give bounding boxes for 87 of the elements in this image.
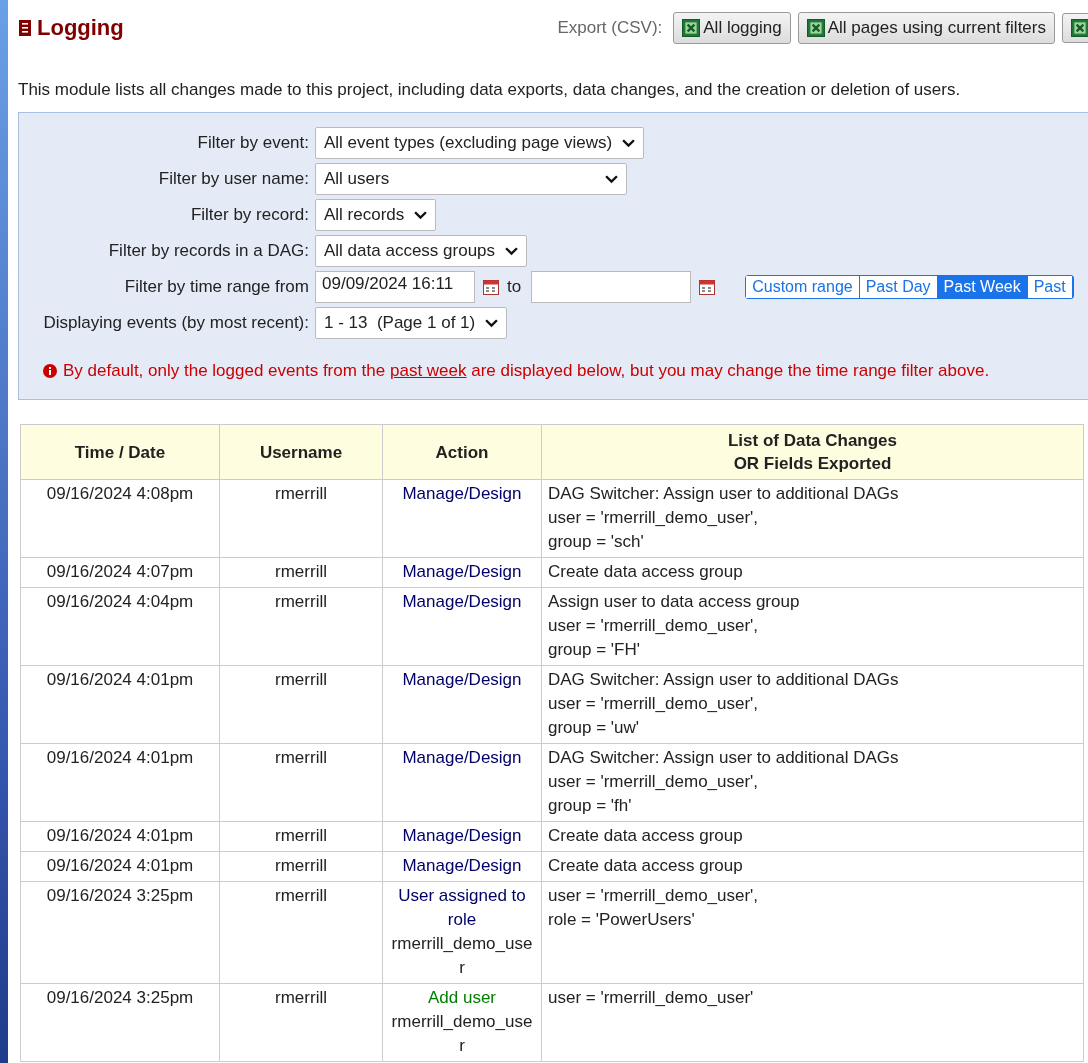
- table-cell: 09/16/2024 4:01pm: [20, 821, 220, 852]
- action-text: Manage/Design: [401, 483, 523, 505]
- change-line: group = 'FH': [548, 639, 641, 661]
- chevron-down-icon: [605, 174, 618, 184]
- change-line: user = 'rmerrill_demo_user',: [548, 507, 760, 529]
- table-cell: rmerrill: [219, 743, 383, 822]
- change-line: group = 'sch': [548, 531, 645, 553]
- table-cell: rmerrill: [219, 821, 383, 852]
- change-line: Create data access group: [548, 825, 744, 847]
- action-text: User assigned to role: [397, 885, 527, 931]
- change-line: Assign user to data access group: [548, 591, 801, 613]
- chevron-down-icon: [622, 138, 636, 148]
- calendar-icon[interactable]: [699, 279, 716, 295]
- table-cell: rmerrill: [219, 983, 383, 1062]
- filter-label: Filter by records in a DAG:: [107, 241, 310, 261]
- table-cell: 09/16/2024 4:01pm: [20, 665, 220, 744]
- change-line: group = 'fh': [548, 795, 633, 817]
- change-line: user = 'rmerrill_demo_user',: [548, 771, 760, 793]
- table-cell: rmerrill: [219, 851, 383, 882]
- notice-text: By default, only the logged events from the past week are displayed below, but you may change the time range filter above.: [63, 361, 990, 381]
- table-cell: 09/16/2024 3:25pm: [20, 881, 220, 984]
- table-cell: 09/16/2024 4:01pm: [20, 851, 220, 882]
- filter-dropdown[interactable]: 1 - 13 (Page 1 of 1): [315, 307, 508, 339]
- to-label: to: [507, 277, 522, 297]
- change-line: role = 'PowerUsers': [548, 909, 696, 931]
- page-title: Logging: [37, 15, 124, 41]
- chevron-down-icon: [485, 318, 499, 328]
- filter-label: Filter by record:: [189, 205, 310, 225]
- chevron-down-icon: [505, 246, 519, 256]
- export-button[interactable]: All logging: [673, 12, 791, 44]
- filter-label: Filter by event:: [196, 133, 310, 153]
- table-cell: 09/16/2024 3:25pm: [20, 983, 220, 1062]
- change-line: user = 'rmerrill_demo_user',: [548, 615, 760, 637]
- filter-dropdown[interactable]: All data access groups: [315, 235, 528, 267]
- change-line: group = 'uw': [548, 717, 641, 739]
- date-field[interactable]: 09/09/2024 16:11: [315, 271, 475, 303]
- table-cell: 09/16/2024 4:08pm: [20, 479, 220, 558]
- change-line: user = 'rmerrill_demo_user': [548, 987, 755, 1009]
- change-line: DAG Switcher: Assign user to additional DAGs: [548, 747, 900, 769]
- action-text: Manage/Design: [401, 825, 523, 847]
- spreadsheet-icon: [806, 19, 825, 37]
- action-text: Manage/Design: [401, 669, 523, 691]
- action-username: rmerrill_demo_user: [390, 933, 534, 979]
- range-button[interactable]: Past Week: [937, 276, 1028, 298]
- filter-dropdown[interactable]: All event types (excluding page views): [315, 127, 645, 159]
- module-description: This module lists all changes made to this project, including data exports, data changes, and the creation or deletion of users.: [18, 80, 962, 100]
- calendar-icon[interactable]: [483, 279, 499, 295]
- action-text: Manage/Design: [401, 855, 523, 877]
- export-button[interactable]: [1062, 13, 1088, 43]
- table-cell: rmerrill: [219, 479, 383, 558]
- date-field[interactable]: [531, 271, 692, 303]
- action-text: Add user: [426, 987, 497, 1009]
- change-line: user = 'rmerrill_demo_user',: [548, 693, 760, 715]
- action-username: rmerrill_demo_user: [390, 1011, 534, 1057]
- column-header: Action: [382, 424, 542, 480]
- filter-dropdown[interactable]: All records: [315, 199, 437, 231]
- table-cell: 09/16/2024 4:01pm: [20, 743, 220, 822]
- past-week-link[interactable]: past week: [390, 361, 467, 380]
- chevron-down-icon: [414, 210, 428, 220]
- table-cell: 09/16/2024 4:04pm: [20, 587, 220, 666]
- range-button[interactable]: Custom range: [746, 276, 860, 298]
- change-line: Create data access group: [548, 855, 744, 877]
- change-line: Create data access group: [548, 561, 744, 583]
- table-cell: rmerrill: [219, 587, 383, 666]
- table-cell: rmerrill: [219, 881, 383, 984]
- change-line: DAG Switcher: Assign user to additional DAGs: [548, 669, 900, 691]
- filter-dropdown[interactable]: All users: [315, 163, 627, 195]
- action-text: Manage/Design: [401, 561, 523, 583]
- table-cell: rmerrill: [219, 557, 383, 588]
- column-header: Username: [219, 424, 383, 480]
- spreadsheet-icon: [1071, 19, 1088, 37]
- filter-label: Filter by user name:: [157, 169, 310, 189]
- column-header: List of Data Changes OR Fields Exported: [541, 424, 1084, 480]
- action-text: Manage/Design: [401, 747, 523, 769]
- spreadsheet-icon: [682, 19, 701, 37]
- export-button[interactable]: All pages using current filters: [797, 12, 1055, 44]
- column-header: Time / Date: [20, 424, 220, 480]
- table-cell: 09/16/2024 4:07pm: [20, 557, 220, 588]
- logbook-icon: [19, 20, 31, 36]
- table-cell: rmerrill: [219, 665, 383, 744]
- change-line: DAG Switcher: Assign user to additional DAGs: [548, 483, 900, 505]
- export-label: Export (CSV):: [557, 18, 663, 38]
- filter-label: Displaying events (by most recent):: [42, 313, 310, 333]
- action-text: Manage/Design: [401, 591, 523, 613]
- info-icon: [43, 364, 57, 378]
- change-line: user = 'rmerrill_demo_user',: [548, 885, 760, 907]
- filter-label: Filter by time range from: [123, 277, 310, 297]
